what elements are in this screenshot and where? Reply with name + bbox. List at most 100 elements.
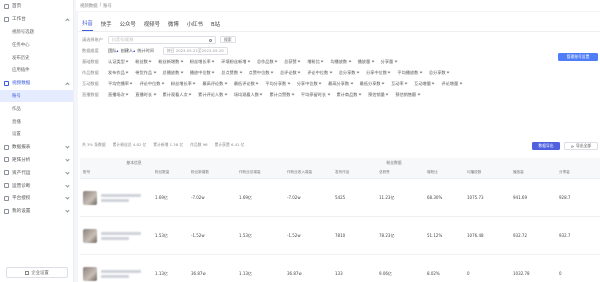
metric-option[interactable]: 粉丝数 bbox=[135, 59, 152, 65]
export-all-button[interactable]: ⟳ 导出全部 bbox=[564, 142, 598, 150]
search-input[interactable]: 抖音号/昵称 bbox=[108, 35, 216, 44]
metric-option[interactable]: 最高分享数 bbox=[328, 81, 354, 87]
manage-account-button[interactable]: 管理账号设置 bbox=[558, 53, 598, 61]
chevron-up-icon[interactable] bbox=[65, 82, 70, 87]
chevron-down-icon[interactable] bbox=[65, 183, 70, 188]
metric-option[interactable]: 预估销售额 bbox=[395, 92, 421, 98]
metric-option[interactable]: 分享中位数 bbox=[297, 81, 322, 87]
metric-option[interactable]: 最高评论数 bbox=[202, 81, 228, 87]
sidebar-subitem[interactable]: 应用插件 bbox=[0, 64, 73, 77]
metric-option[interactable]: 总作品数 bbox=[257, 59, 278, 65]
metric-option[interactable]: 粉丝增长率 bbox=[190, 59, 215, 65]
metric-option[interactable]: 均播放数 bbox=[330, 59, 351, 65]
metric-option[interactable]: 总评论数 bbox=[280, 70, 301, 76]
column-header[interactable]: 作粉丝总增量 bbox=[236, 167, 284, 178]
metric-option[interactable]: 分享量 bbox=[381, 59, 398, 65]
date-range-picker[interactable]: 按日 2023-05-22至2023-05-29 bbox=[162, 46, 228, 55]
chevron-down-icon[interactable] bbox=[65, 144, 70, 149]
search-button[interactable]: 搜索 bbox=[220, 36, 236, 43]
sidebar-item[interactable]: 工作台 bbox=[0, 13, 73, 26]
table-row[interactable]: 1.13亿 36.87w 1.13亿 36.87w 133 9.06亿 8.02% 0 1032… bbox=[80, 255, 600, 282]
metric-option[interactable]: 粉丝新增数 bbox=[158, 59, 184, 65]
sidebar-subitem[interactable]: 发布历史 bbox=[0, 51, 73, 64]
metric-option[interactable]: 总分享数 bbox=[339, 70, 360, 76]
metric-option[interactable]: 评论中位数 bbox=[139, 81, 165, 87]
column-header[interactable]: 粉丝数量 bbox=[152, 167, 188, 178]
tab-platform[interactable]: 抖音 bbox=[82, 19, 93, 31]
column-header[interactable]: 均播放数 bbox=[464, 167, 510, 178]
sidebar-item[interactable]: 矩阵分析 bbox=[0, 154, 73, 167]
metric-option[interactable]: 点赞中位数 bbox=[249, 70, 274, 76]
sidebar-subitem[interactable]: 账号 bbox=[0, 89, 73, 103]
chevron-up-icon[interactable] bbox=[65, 18, 70, 23]
sidebar-item[interactable]: 资产代运 bbox=[0, 166, 73, 179]
breadcrumb-item-parent[interactable]: 视频数据 bbox=[80, 3, 98, 9]
metric-option[interactable]: 带货作品 bbox=[135, 70, 156, 76]
sidebar-item[interactable]: 首页 bbox=[0, 0, 73, 13]
chevron-down-icon[interactable] bbox=[65, 157, 70, 162]
metric-option[interactable]: 播放量 bbox=[358, 59, 375, 65]
metric-option[interactable]: 最低分享数 bbox=[360, 81, 385, 87]
remove-icon[interactable]: ▴ bbox=[116, 48, 118, 53]
metric-option[interactable]: 累计评论人数 bbox=[198, 92, 228, 98]
sidebar-item[interactable]: 视频数据 bbox=[0, 77, 73, 90]
metric-option[interactable]: 总获赞 bbox=[284, 59, 301, 65]
metric-option[interactable]: 总点赞数 bbox=[221, 70, 242, 76]
metric-option[interactable]: 总播放数 bbox=[163, 70, 184, 76]
metric-option[interactable]: 累计商品数 bbox=[337, 92, 362, 98]
sidebar-subitem[interactable]: 任务中心 bbox=[0, 38, 73, 51]
column-header[interactable]: 增粉比 bbox=[424, 167, 464, 178]
column-header[interactable]: 作粉丝收入增量 bbox=[284, 167, 332, 178]
metric-option[interactable]: 场均观看人数 bbox=[234, 92, 263, 98]
export-data-button[interactable]: 数据导出 bbox=[532, 142, 560, 150]
sidebar-subitem[interactable]: 视频号选题 bbox=[0, 26, 73, 39]
chevron-down-icon[interactable] bbox=[65, 195, 70, 201]
sidebar-subitem[interactable]: 直播 bbox=[0, 115, 73, 128]
column-header[interactable]: 发布作品 bbox=[332, 167, 376, 178]
metric-option[interactable]: 预估销量 bbox=[368, 92, 389, 98]
tab-platform[interactable]: B站 bbox=[211, 20, 220, 31]
metric-option[interactable]: 平均完播率 bbox=[108, 81, 133, 87]
sidebar-item[interactable]: 平台授权 bbox=[0, 192, 73, 205]
sidebar-subitem[interactable]: 设置 bbox=[0, 128, 73, 141]
column-header[interactable]: 分享量 bbox=[556, 167, 596, 178]
sidebar-item[interactable]: 我的设置 bbox=[0, 205, 73, 218]
filter-chip-team[interactable]: 团队▴ bbox=[108, 48, 119, 54]
metric-option[interactable]: 播放中位数 bbox=[190, 70, 215, 76]
metric-option[interactable]: 分享中位数 bbox=[366, 70, 391, 76]
search-icon[interactable] bbox=[209, 38, 212, 42]
metric-option[interactable]: 评论中位数 bbox=[307, 70, 333, 76]
tab-platform[interactable]: 微博 bbox=[168, 20, 179, 31]
metric-option[interactable]: 平均停留时长 bbox=[301, 92, 330, 98]
metric-option[interactable]: 直播场次 bbox=[108, 92, 129, 98]
metric-option[interactable]: 互动率 bbox=[391, 81, 408, 87]
metric-option[interactable]: 发布作品 bbox=[108, 70, 129, 76]
metric-option[interactable]: 最低评论数 bbox=[234, 81, 259, 87]
sidebar-subitem[interactable]: 作品 bbox=[0, 102, 73, 115]
enterprise-settings-button[interactable]: 企业设置 bbox=[6, 267, 68, 278]
metric-option[interactable]: 认证类型 bbox=[108, 59, 129, 65]
chevron-down-icon[interactable] bbox=[65, 170, 70, 175]
table-row[interactable]: 1.69亿 -7.02w 1.69亿 -7.02w 5425 11.23亿 68.30% 10… bbox=[80, 179, 600, 217]
tab-platform[interactable]: 快手 bbox=[101, 20, 112, 31]
metric-option[interactable]: 增粉比 bbox=[307, 59, 324, 65]
metric-option[interactable]: 总分享数 bbox=[429, 70, 450, 76]
tab-platform[interactable]: 小红书 bbox=[187, 20, 203, 31]
account-cell[interactable] bbox=[80, 255, 152, 282]
metric-option[interactable]: 平均播放数 bbox=[397, 70, 423, 76]
account-cell[interactable] bbox=[80, 217, 152, 254]
remove-icon[interactable]: ▴ bbox=[133, 48, 135, 53]
metric-option[interactable]: 累计点赞数 bbox=[269, 92, 295, 98]
account-cell[interactable] bbox=[80, 179, 152, 216]
metric-option[interactable]: 直播时长 bbox=[135, 92, 156, 98]
metric-option[interactable]: 平均分享数 bbox=[265, 81, 291, 87]
filter-chip-creator[interactable]: 创建人▴ bbox=[121, 48, 136, 54]
sidebar-item[interactable]: 运营诊断 bbox=[0, 179, 73, 192]
metric-option[interactable]: 粉丝增长率 bbox=[171, 81, 196, 87]
metric-option[interactable]: 环境粉丝新增 bbox=[221, 59, 251, 65]
metric-option[interactable]: 互动增量 bbox=[414, 81, 435, 87]
column-header[interactable]: 播放量 bbox=[510, 167, 556, 178]
filter-chip-time[interactable]: 统计时间 bbox=[137, 48, 154, 54]
metric-option[interactable]: 累计观看人次 bbox=[163, 92, 192, 98]
column-header[interactable]: 总获赞 bbox=[376, 167, 424, 178]
